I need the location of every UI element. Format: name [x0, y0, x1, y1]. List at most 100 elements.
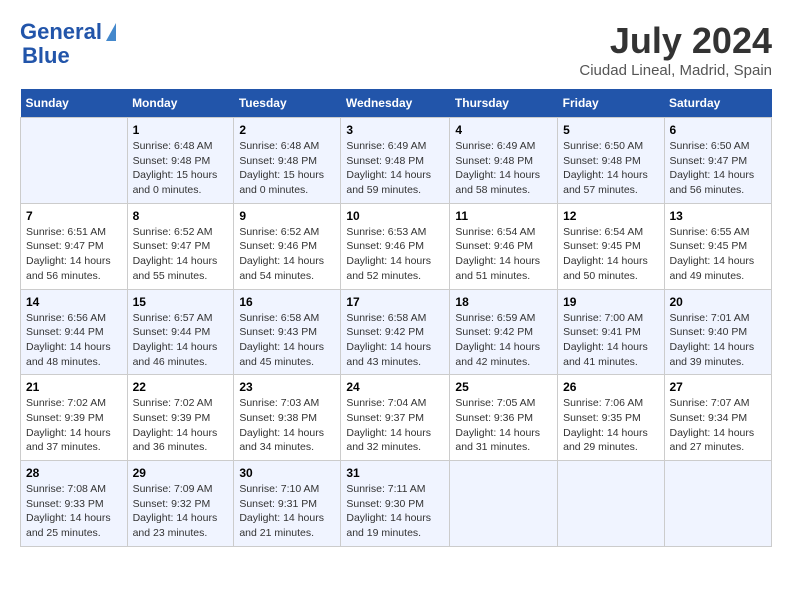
day-info: Sunrise: 7:10 AM Sunset: 9:31 PM Dayligh… [239, 482, 335, 541]
calendar-week-row: 7 Sunrise: 6:51 AM Sunset: 9:47 PM Daylig… [21, 203, 772, 289]
calendar-cell: 17Sunrise: 6:58 AM Sunset: 9:42 PM Dayli… [341, 289, 450, 375]
day-info: Sunrise: 7:09 AM Sunset: 9:32 PM Dayligh… [133, 482, 229, 541]
day-number: 28 [26, 466, 122, 480]
calendar-cell [558, 461, 664, 547]
calendar-cell: 16 Sunrise: 6:58 AM Sunset: 9:43 PM Dayli… [234, 289, 341, 375]
logo-text: General [20, 20, 102, 44]
day-info: Sunrise: 7:08 AM Sunset: 9:33 PM Dayligh… [26, 482, 122, 541]
day-number: 11 [455, 209, 552, 223]
location: Ciudad Lineal, Madrid, Spain [579, 62, 772, 79]
calendar-cell: 11 Sunrise: 6:54 AM Sunset: 9:46 PM Dayli… [450, 203, 558, 289]
calendar-cell: 19 Sunrise: 7:00 AM Sunset: 9:41 PM Dayli… [558, 289, 664, 375]
day-number: 20 [670, 295, 767, 309]
day-info: Sunrise: 6:57 AM Sunset: 9:44 PM Dayligh… [133, 311, 229, 370]
calendar-cell: 23 Sunrise: 7:03 AM Sunset: 9:38 PM Dayli… [234, 375, 341, 461]
calendar-cell: 15 Sunrise: 6:57 AM Sunset: 9:44 PM Dayli… [127, 289, 234, 375]
day-number: 19 [563, 295, 658, 309]
day-info: Sunrise: 6:49 AM Sunset: 9:48 PM Dayligh… [346, 139, 444, 198]
day-number: 9 [239, 209, 335, 223]
day-info: Sunrise: 6:55 AM Sunset: 9:45 PM Dayligh… [670, 225, 767, 284]
calendar-cell: 12Sunrise: 6:54 AM Sunset: 9:45 PM Dayli… [558, 203, 664, 289]
day-info: Sunrise: 7:03 AM Sunset: 9:38 PM Dayligh… [239, 396, 335, 455]
calendar-table: SundayMondayTuesdayWednesdayThursdayFrid… [20, 89, 772, 547]
calendar-cell: 2Sunrise: 6:48 AM Sunset: 9:48 PM Daylig… [234, 118, 341, 204]
calendar-cell: 31 Sunrise: 7:11 AM Sunset: 9:30 PM Dayli… [341, 461, 450, 547]
day-number: 12 [563, 209, 658, 223]
day-info: Sunrise: 6:54 AM Sunset: 9:46 PM Dayligh… [455, 225, 552, 284]
day-info: Sunrise: 7:02 AM Sunset: 9:39 PM Dayligh… [133, 396, 229, 455]
day-info: Sunrise: 6:51 AM Sunset: 9:47 PM Dayligh… [26, 225, 122, 284]
header-monday: Monday [127, 89, 234, 118]
day-info: Sunrise: 7:00 AM Sunset: 9:41 PM Dayligh… [563, 311, 658, 370]
day-info: Sunrise: 6:48 AM Sunset: 9:48 PM Dayligh… [133, 139, 229, 198]
calendar-cell: 9 Sunrise: 6:52 AM Sunset: 9:46 PM Daylig… [234, 203, 341, 289]
day-info: Sunrise: 6:58 AM Sunset: 9:43 PM Dayligh… [239, 311, 335, 370]
calendar-week-row: 14Sunrise: 6:56 AM Sunset: 9:44 PM Dayli… [21, 289, 772, 375]
day-number: 3 [346, 123, 444, 137]
header-saturday: Saturday [664, 89, 772, 118]
day-number: 6 [670, 123, 767, 137]
header-tuesday: Tuesday [234, 89, 341, 118]
calendar-cell: 8 Sunrise: 6:52 AM Sunset: 9:47 PM Daylig… [127, 203, 234, 289]
title-block: July 2024 Ciudad Lineal, Madrid, Spain [579, 20, 772, 79]
day-number: 30 [239, 466, 335, 480]
day-info: Sunrise: 6:50 AM Sunset: 9:47 PM Dayligh… [670, 139, 767, 198]
calendar-cell: 18 Sunrise: 6:59 AM Sunset: 9:42 PM Dayli… [450, 289, 558, 375]
day-number: 7 [26, 209, 122, 223]
day-info: Sunrise: 7:11 AM Sunset: 9:30 PM Dayligh… [346, 482, 444, 541]
day-info: Sunrise: 7:02 AM Sunset: 9:39 PM Dayligh… [26, 396, 122, 455]
day-info: Sunrise: 7:04 AM Sunset: 9:37 PM Dayligh… [346, 396, 444, 455]
day-info: Sunrise: 6:50 AM Sunset: 9:48 PM Dayligh… [563, 139, 658, 198]
page-header: General Blue July 2024 Ciudad Lineal, Ma… [20, 20, 772, 79]
day-number: 23 [239, 380, 335, 394]
calendar-cell: 27 Sunrise: 7:07 AM Sunset: 9:34 PM Dayli… [664, 375, 772, 461]
day-number: 18 [455, 295, 552, 309]
calendar-cell: 14Sunrise: 6:56 AM Sunset: 9:44 PM Dayli… [21, 289, 128, 375]
day-number: 8 [133, 209, 229, 223]
calendar-cell: 26 Sunrise: 7:06 AM Sunset: 9:35 PM Dayli… [558, 375, 664, 461]
day-info: Sunrise: 6:49 AM Sunset: 9:48 PM Dayligh… [455, 139, 552, 198]
day-number: 31 [346, 466, 444, 480]
day-info: Sunrise: 6:53 AM Sunset: 9:46 PM Dayligh… [346, 225, 444, 284]
calendar-cell: 6 Sunrise: 6:50 AM Sunset: 9:47 PM Daylig… [664, 118, 772, 204]
calendar-cell: 3 Sunrise: 6:49 AM Sunset: 9:48 PM Daylig… [341, 118, 450, 204]
day-info: Sunrise: 7:01 AM Sunset: 9:40 PM Dayligh… [670, 311, 767, 370]
day-info: Sunrise: 6:59 AM Sunset: 9:42 PM Dayligh… [455, 311, 552, 370]
day-info: Sunrise: 6:48 AM Sunset: 9:48 PM Dayligh… [239, 139, 335, 198]
calendar-week-row: 28 Sunrise: 7:08 AM Sunset: 9:33 PM Dayli… [21, 461, 772, 547]
calendar-cell: 30 Sunrise: 7:10 AM Sunset: 9:31 PM Dayli… [234, 461, 341, 547]
calendar-cell [664, 461, 772, 547]
calendar-cell: 1Sunrise: 6:48 AM Sunset: 9:48 PM Daylig… [127, 118, 234, 204]
calendar-cell: 5Sunrise: 6:50 AM Sunset: 9:48 PM Daylig… [558, 118, 664, 204]
day-number: 13 [670, 209, 767, 223]
logo-text-blue: Blue [22, 44, 70, 68]
header-friday: Friday [558, 89, 664, 118]
day-info: Sunrise: 7:06 AM Sunset: 9:35 PM Dayligh… [563, 396, 658, 455]
header-sunday: Sunday [21, 89, 128, 118]
calendar-week-row: 21 Sunrise: 7:02 AM Sunset: 9:39 PM Dayli… [21, 375, 772, 461]
day-number: 14 [26, 295, 122, 309]
header-thursday: Thursday [450, 89, 558, 118]
day-number: 16 [239, 295, 335, 309]
calendar-cell: 20 Sunrise: 7:01 AM Sunset: 9:40 PM Dayli… [664, 289, 772, 375]
calendar-cell [450, 461, 558, 547]
day-number: 29 [133, 466, 229, 480]
calendar-cell: 29 Sunrise: 7:09 AM Sunset: 9:32 PM Dayli… [127, 461, 234, 547]
calendar-cell: 7 Sunrise: 6:51 AM Sunset: 9:47 PM Daylig… [21, 203, 128, 289]
day-number: 27 [670, 380, 767, 394]
day-number: 4 [455, 123, 552, 137]
calendar-cell: 24 Sunrise: 7:04 AM Sunset: 9:37 PM Dayli… [341, 375, 450, 461]
day-info: Sunrise: 6:52 AM Sunset: 9:46 PM Dayligh… [239, 225, 335, 284]
calendar-cell: 21 Sunrise: 7:02 AM Sunset: 9:39 PM Dayli… [21, 375, 128, 461]
day-info: Sunrise: 6:58 AM Sunset: 9:42 PM Dayligh… [346, 311, 444, 370]
day-number: 25 [455, 380, 552, 394]
day-info: Sunrise: 7:07 AM Sunset: 9:34 PM Dayligh… [670, 396, 767, 455]
calendar-header-row: SundayMondayTuesdayWednesdayThursdayFrid… [21, 89, 772, 118]
day-info: Sunrise: 6:52 AM Sunset: 9:47 PM Dayligh… [133, 225, 229, 284]
calendar-cell: 10Sunrise: 6:53 AM Sunset: 9:46 PM Dayli… [341, 203, 450, 289]
day-number: 24 [346, 380, 444, 394]
calendar-week-row: 1Sunrise: 6:48 AM Sunset: 9:48 PM Daylig… [21, 118, 772, 204]
day-number: 21 [26, 380, 122, 394]
day-number: 15 [133, 295, 229, 309]
day-number: 26 [563, 380, 658, 394]
